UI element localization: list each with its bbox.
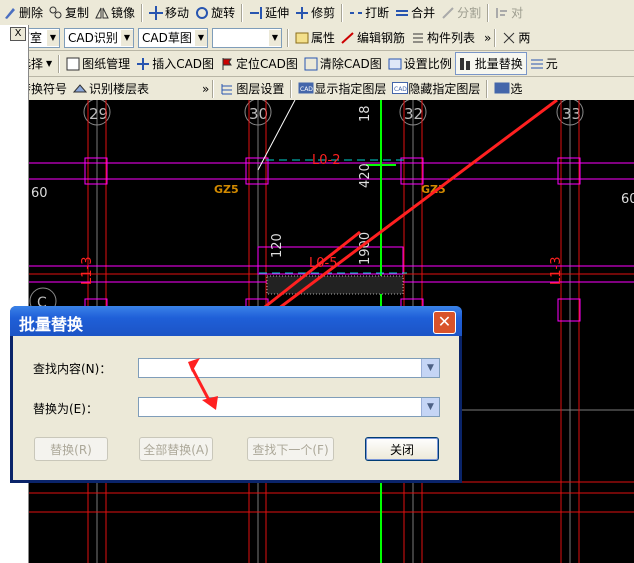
annotation-arrowhead-3 <box>202 396 218 410</box>
annotation-overlay <box>188 358 218 410</box>
